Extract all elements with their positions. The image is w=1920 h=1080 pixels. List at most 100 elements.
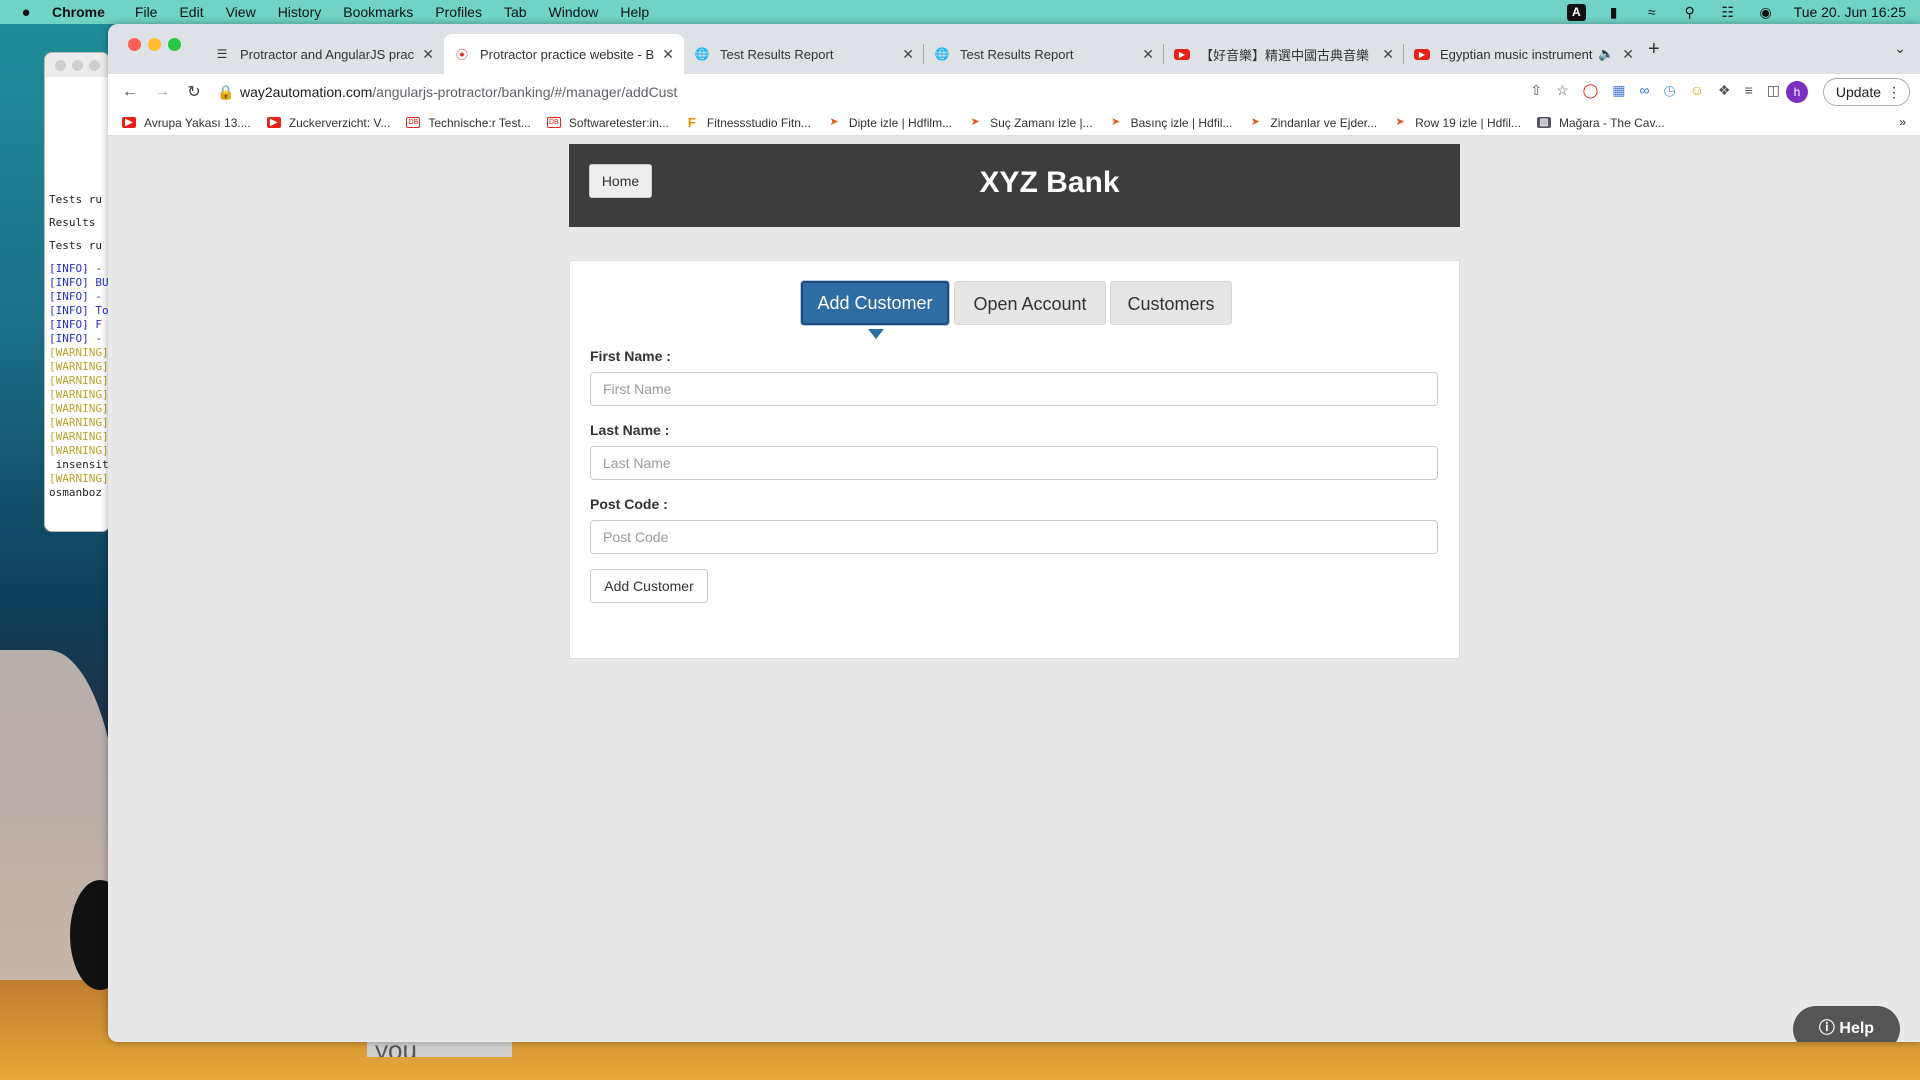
update-button[interactable]: Update ⋮ (1822, 78, 1910, 106)
bookmark-item[interactable]: ➤ Suç Zamanı izle |... (968, 116, 1092, 130)
tab-protractor-angularjs[interactable]: ☰ Protractor and AngularJS practi ✕ (204, 34, 444, 74)
bank-header: Home XYZ Bank (569, 144, 1460, 227)
help-label: Help (1839, 1020, 1875, 1037)
profile-avatar[interactable]: h (1786, 81, 1808, 103)
speaker-muted-icon[interactable]: 🔈 (1598, 46, 1614, 62)
bookmark-label: Basınç izle | Hdfil... (1130, 115, 1233, 130)
tab-customers[interactable]: Customers (1110, 281, 1232, 325)
spotlight-search-icon[interactable]: ⚲ (1680, 4, 1700, 21)
terminal-title-bar[interactable] (45, 53, 109, 77)
bookmark-item[interactable]: ➤ Row 19 izle | Hdfil... (1393, 116, 1521, 130)
tab-test-results-report-1[interactable]: 🌐 Test Results Report ✕ (684, 34, 924, 74)
siri-icon[interactable]: ◉ (1756, 4, 1776, 21)
close-tab-icon[interactable]: ✕ (422, 46, 434, 63)
terminal-line: [WARNING] (49, 472, 109, 485)
way2automation-icon: ⦿ (455, 47, 468, 62)
last-name-input[interactable] (590, 446, 1438, 480)
terminal-line: [INFO] BU (49, 276, 109, 289)
help-button[interactable]: ⓘ Help (1793, 1006, 1900, 1042)
forward-icon[interactable]: → (146, 83, 178, 101)
post-code-input[interactable] (590, 520, 1438, 554)
menu-history[interactable]: History (278, 4, 322, 20)
share-icon[interactable]: ⇧ (1530, 82, 1542, 99)
minimize-window-button[interactable] (148, 38, 161, 51)
tab-egyptian-music[interactable]: ▶ Egyptian music instrument 🔈 ✕ (1404, 34, 1644, 74)
update-label: Update (1835, 84, 1881, 100)
close-tab-icon[interactable]: ✕ (662, 46, 674, 63)
tab-chinese-classical-music[interactable]: ▶ 【好音樂】精選中國古典音樂（古 ✕ (1164, 34, 1404, 74)
reading-list-icon[interactable]: ≡ (1745, 82, 1753, 99)
page-content: Home XYZ Bank Add Customer Open Account … (108, 136, 1920, 1042)
menu-edit[interactable]: Edit (179, 4, 203, 20)
control-center-icon[interactable]: ☷ (1718, 4, 1738, 21)
bookmark-item[interactable]: F Fitnessstudio Fitn... (685, 116, 811, 130)
background-terminal-window[interactable]: Tests ru Results Tests ru [INFO] - [INFO] BU… (44, 52, 110, 532)
youtube-icon: ▶ (1414, 48, 1430, 60)
first-name-input[interactable] (590, 372, 1438, 406)
menu-window[interactable]: Window (549, 4, 599, 20)
tab-test-results-report-2[interactable]: 🌐 Test Results Report ✕ (924, 34, 1164, 74)
lock-icon[interactable]: 🔒 (212, 84, 240, 101)
terminal-line: Results (49, 216, 96, 229)
tab-search-chevron-icon[interactable]: ⌄ (1894, 40, 1906, 57)
back-icon[interactable]: ← (114, 83, 146, 101)
wifi-icon[interactable]: ≈ (1642, 4, 1662, 20)
terminal-line: [WARNING] (49, 416, 109, 429)
input-source-icon[interactable]: A (1566, 3, 1586, 21)
bookmark-star-icon[interactable]: ☆ (1556, 82, 1569, 99)
tab-title: Protractor and AngularJS practi (240, 46, 415, 62)
menu-view[interactable]: View (226, 4, 256, 20)
hdfilm-icon: ➤ (970, 116, 980, 128)
close-tab-icon[interactable]: ✕ (1142, 46, 1154, 63)
tab-open-account[interactable]: Open Account (954, 281, 1106, 325)
bookmark-item[interactable]: ➤ Zindanlar ve Ejder... (1248, 116, 1377, 130)
menubar-clock[interactable]: Tue 20. Jun 16:25 (1794, 4, 1906, 20)
menu-help[interactable]: Help (620, 4, 649, 20)
bookmark-item[interactable]: ➤ Dipte izle | Hdfilm... (827, 116, 952, 130)
menu-chrome[interactable]: Chrome (52, 4, 105, 20)
menu-kebab-icon[interactable]: ⋮ (1887, 79, 1901, 105)
bookmark-item[interactable]: ▶ Avrupa Yakası 13.... (122, 116, 251, 130)
browser-toolbar: ← → ↻ 🔒 way2automation.com/angularjs-pro… (108, 74, 1920, 110)
bookmark-item[interactable]: DB Softwaretester:in... (546, 116, 669, 130)
hdfilm-icon: ➤ (829, 116, 839, 128)
tab-protractor-practice-website[interactable]: ⦿ Protractor practice website - B ✕ (444, 34, 684, 74)
smiley-extension-icon[interactable]: ☺ (1690, 82, 1704, 99)
bookmark-item[interactable]: ▩ Mağara - The Cav... (1536, 116, 1665, 130)
menu-bookmarks[interactable]: Bookmarks (343, 4, 413, 20)
hdfilm-icon: ➤ (1110, 116, 1121, 128)
close-tab-icon[interactable]: ✕ (902, 46, 914, 63)
add-customer-submit-button[interactable]: Add Customer (590, 569, 708, 603)
menu-profiles[interactable]: Profiles (435, 4, 482, 20)
opera-extension-icon[interactable]: ◯ (1583, 82, 1599, 99)
more-bookmarks-icon[interactable]: » (1899, 115, 1906, 129)
globe-icon: 🌐 (934, 47, 950, 61)
apple-icon[interactable]: ● (0, 4, 52, 21)
bookmark-item[interactable]: DB Technische:r Test... (406, 116, 531, 130)
chrono-extension-icon[interactable]: ◷ (1664, 82, 1676, 99)
bookmark-item[interactable]: ➤ Basınç izle | Hdfil... (1109, 115, 1233, 130)
post-code-label: Post Code : (590, 496, 668, 512)
active-tab-caret (868, 329, 884, 339)
url-path: /angularjs-protractor/banking/#/manager/… (372, 84, 678, 100)
menu-file[interactable]: File (135, 4, 158, 20)
close-tab-icon[interactable]: ✕ (1382, 46, 1394, 63)
chrome-window: ☰ Protractor and AngularJS practi ✕ ⦿ Pr… (108, 24, 1920, 1042)
side-panel-icon[interactable]: ◫ (1767, 82, 1780, 99)
terminal-line: osmanboz (49, 486, 102, 499)
bookmark-item[interactable]: ▶ Zuckerverzicht: V... (266, 116, 390, 130)
zoom-window-button[interactable] (168, 38, 181, 51)
terminal-line: [INFO] - (49, 332, 102, 345)
tab-add-customer[interactable]: Add Customer (801, 281, 949, 325)
reload-icon[interactable]: ↻ (178, 82, 210, 102)
address-bar[interactable]: 🔒 way2automation.com/angularjs-protracto… (212, 78, 1542, 106)
battery-icon[interactable]: ▮ (1604, 4, 1624, 21)
extensions-puzzle-icon[interactable]: ❖ (1718, 82, 1731, 99)
close-window-button[interactable] (128, 38, 141, 51)
translate-extension-icon[interactable]: ▦ (1612, 82, 1625, 99)
terminal-line: Tests ru (49, 239, 102, 252)
infinity-extension-icon[interactable]: ∞ (1640, 82, 1650, 99)
menu-tab[interactable]: Tab (504, 4, 527, 20)
new-tab-icon[interactable]: + (1648, 38, 1660, 61)
close-tab-icon[interactable]: ✕ (1622, 46, 1634, 63)
